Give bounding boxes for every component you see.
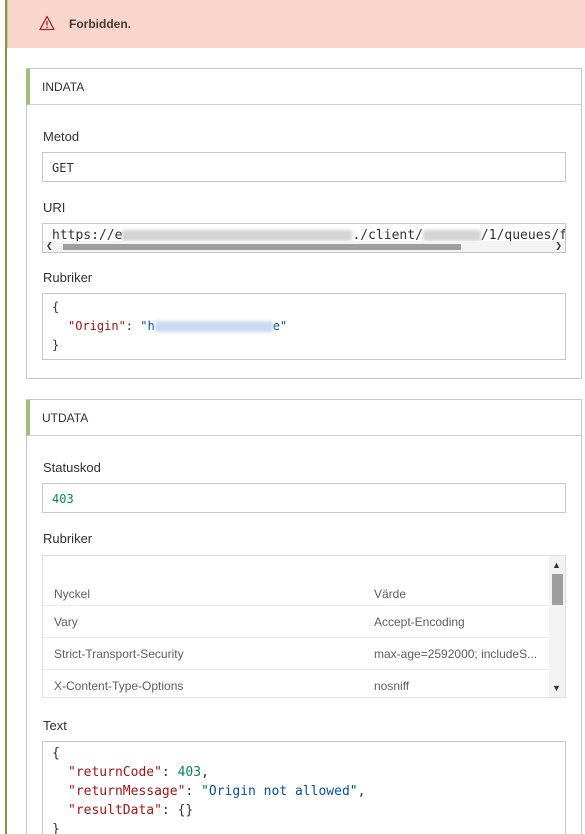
scroll-up-icon[interactable]: ▲ [552, 560, 561, 570]
json-close-brace: } [52, 338, 60, 352]
column-header-value: Värde [374, 587, 407, 601]
table-row: X-Content-Type-Options nosniff [43, 670, 550, 697]
table-header-row: Nyckel Värde [43, 572, 550, 606]
status-code-value: 403 [52, 492, 74, 506]
row-key: Strict-Transport-Security [54, 647, 184, 661]
indata-header: INDATA [26, 69, 581, 105]
json-value-resultdata: {} [177, 803, 194, 818]
response-headers-table: Nyckel Värde Vary Accept-Encoding Strict… [42, 555, 566, 698]
response-text-label: Text [43, 718, 67, 733]
request-headers-label: Rubriker [43, 270, 93, 285]
json-line-returncode: "returnCode": 403, [68, 765, 209, 780]
json-open-brace: { [52, 300, 60, 314]
json-key-returnmessage: "returnMessage" [68, 784, 186, 799]
indata-card: INDATA Metod GET URI https://e ./client//… [26, 68, 582, 379]
scroll-right-icon[interactable]: ❯ [555, 239, 562, 252]
json-line-returnmessage: "returnMessage": "Origin not allowed", [68, 784, 366, 799]
response-body-json: { "returnCode": 403, "returnMessage": "O… [52, 744, 365, 834]
table-vertical-scrollbar[interactable]: ▲ ▼ [549, 556, 565, 697]
json-value-returncode: 403 [177, 765, 202, 780]
scroll-thumb[interactable] [63, 244, 461, 250]
json-origin-value-end: e" [272, 319, 288, 333]
indata-title: INDATA [42, 80, 85, 94]
error-message: Forbidden. [69, 17, 131, 31]
json-close-brace: } [52, 822, 60, 834]
origin-redacted [154, 321, 273, 332]
method-value: GET [52, 161, 74, 175]
status-code-field[interactable]: 403 [42, 483, 566, 513]
method-label: Metod [43, 129, 80, 144]
row-value: nosniff [374, 679, 410, 693]
error-banner: Forbidden. [7, 0, 585, 48]
response-body-box[interactable]: { "returnCode": 403, "returnMessage": "O… [42, 741, 566, 834]
uri-redacted-host [122, 230, 353, 241]
uri-horizontal-scrollbar[interactable]: ❮ ❯ [43, 239, 565, 252]
json-colon: : [125, 319, 141, 333]
scroll-left-icon[interactable]: ❮ [46, 239, 53, 252]
row-key: X-Content-Type-Options [54, 679, 184, 693]
uri-field[interactable]: https://e ./client//1/queues/fa ❮ ❯ [42, 223, 566, 253]
left-accent-line [5, 0, 7, 834]
utdata-card: UTDATA Statuskod 403 Rubriker Nyckel Vär… [26, 399, 582, 834]
json-origin-line: "Origin": "h e" [52, 317, 287, 336]
status-code-label: Statuskod [43, 460, 101, 475]
utdata-title: UTDATA [42, 411, 89, 425]
row-value: max-age=2592000; includeS... [374, 647, 538, 661]
table-row: Strict-Transport-Security max-age=259200… [43, 638, 550, 670]
json-value-returnmessage: "Origin not allowed" [201, 784, 358, 799]
uri-redacted-path [422, 230, 481, 241]
method-field[interactable]: GET [42, 152, 566, 182]
response-headers-label: Rubriker [43, 531, 93, 546]
scroll-down-icon[interactable]: ▼ [552, 683, 561, 693]
row-value: Accept-Encoding [374, 615, 465, 629]
row-key: Vary [54, 615, 78, 629]
json-origin-value-start: "h [140, 319, 155, 333]
request-headers-json: { "Origin": "h e" } [52, 298, 287, 355]
json-key-origin: "Origin" [68, 319, 126, 333]
uri-label: URI [43, 200, 66, 215]
json-open-brace: { [52, 746, 60, 761]
column-header-key: Nyckel [54, 587, 91, 601]
json-key-returncode: "returnCode" [68, 765, 162, 780]
table-row: Vary Accept-Encoding [43, 606, 550, 638]
json-key-resultdata: "resultData" [68, 803, 162, 818]
vertical-scroll-thumb[interactable] [552, 574, 563, 605]
request-headers-box[interactable]: { "Origin": "h e" } [42, 293, 566, 360]
utdata-header: UTDATA [26, 400, 581, 436]
json-line-resultdata: "resultData": {} [68, 803, 194, 818]
warning-triangle-icon [39, 15, 55, 31]
